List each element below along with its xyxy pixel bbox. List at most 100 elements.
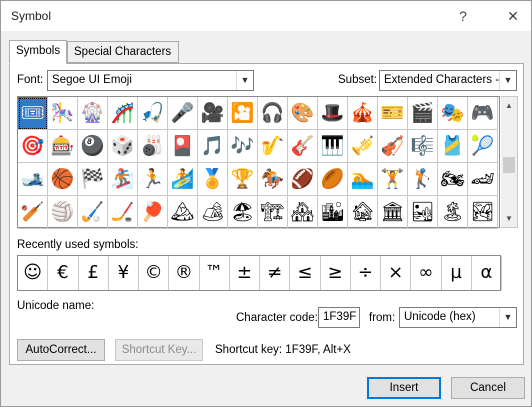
symbol-cell[interactable]: 🏋 [378, 163, 408, 196]
symbol-cell[interactable]: 🏓 [138, 196, 168, 229]
recent-symbol-cell[interactable]: ® [169, 256, 200, 290]
recent-symbol-cell[interactable]: ☺ [18, 256, 49, 290]
symbol-cell[interactable]: 🏉 [318, 163, 348, 196]
symbol-cell[interactable]: 🏇 [258, 163, 288, 196]
symbol-cell[interactable]: 🎢 [108, 97, 138, 130]
symbol-cell[interactable]: 🎩 [318, 97, 348, 130]
recent-symbol-cell[interactable]: × [381, 256, 412, 290]
symbol-cell[interactable]: 🏄 [168, 163, 198, 196]
symbol-cell[interactable]: 🎬 [408, 97, 438, 130]
symbol-cell[interactable]: 🏚 [348, 196, 378, 229]
symbol-cell[interactable]: 🏗 [258, 196, 288, 229]
autocorrect-button[interactable]: AutoCorrect... [17, 339, 105, 361]
symbol-cell[interactable]: 🎠 [48, 97, 78, 130]
recent-symbol-cell[interactable]: µ [442, 256, 472, 290]
scroll-down-icon[interactable]: ▼ [501, 210, 517, 227]
symbol-cell[interactable]: 🏙 [318, 196, 348, 229]
symbol-cell[interactable]: 🎻 [378, 130, 408, 163]
recent-symbol-cell[interactable]: ± [230, 256, 260, 290]
recent-symbol-cell[interactable]: ™ [200, 256, 230, 290]
symbol-cell[interactable]: 🏜 [408, 196, 438, 229]
symbol-cell[interactable]: 🎺 [348, 130, 378, 163]
symbol-cell[interactable]: 🏕 [198, 196, 228, 229]
recent-symbol-cell[interactable]: ≤ [290, 256, 321, 290]
symbol-cell[interactable]: 🎰 [48, 130, 78, 163]
cancel-button[interactable]: Cancel [451, 377, 525, 399]
symbol-cell[interactable]: 🏒 [108, 196, 138, 229]
symbol-cell[interactable]: 🎾 [468, 130, 498, 163]
recent-symbol-cell[interactable]: £ [79, 256, 109, 290]
scroll-thumb[interactable] [503, 157, 515, 173]
symbol-cell[interactable]: 🎡 [78, 97, 108, 130]
recent-symbol-cell[interactable]: ÷ [351, 256, 381, 290]
symbol-cell[interactable]: 🎮 [468, 97, 498, 130]
symbol-cell[interactable]: 🎽 [438, 130, 468, 163]
recent-symbol-cell[interactable]: α [472, 256, 502, 290]
symbol-cell[interactable]: 🎯 [18, 130, 48, 163]
symbol-cell[interactable]: 🏍 [438, 163, 468, 196]
subset-select[interactable]: Extended Characters - ▼ [379, 70, 517, 91]
symbol-cell[interactable]: 🎫 [378, 97, 408, 130]
font-select[interactable]: Segoe UI Emoji ▼ [47, 70, 254, 91]
symbol-cell[interactable]: 🎭 [438, 97, 468, 130]
from-select-value: Unicode (hex) [404, 311, 476, 323]
symbol-cell[interactable]: 🎦 [228, 97, 258, 130]
symbol-cell[interactable]: 🏎 [468, 163, 498, 196]
symbol-cell[interactable]: 🎱 [78, 130, 108, 163]
scroll-up-icon[interactable]: ▲ [501, 97, 517, 114]
symbol-cell[interactable]: 🏃 [138, 163, 168, 196]
symbol-cell[interactable]: 🎿 [18, 163, 48, 196]
symbol-cell[interactable]: 🏆 [228, 163, 258, 196]
symbol-cell[interactable]: 🏏 [18, 196, 48, 229]
symbol-cell[interactable]: 🏑 [78, 196, 108, 229]
symbol-cell[interactable]: 🏐 [48, 196, 78, 229]
symbol-cell[interactable]: 🏈 [288, 163, 318, 196]
symbol-cell[interactable]: 🎸 [288, 130, 318, 163]
recent-symbol-cell[interactable]: © [139, 256, 170, 290]
symbol-cell[interactable]: 🏀 [48, 163, 78, 196]
symbol-cell[interactable]: 🎹 [318, 130, 348, 163]
symbol-cell[interactable]: 🏅 [198, 163, 228, 196]
recent-symbol-cell[interactable]: ¥ [109, 256, 139, 290]
symbol-cell[interactable]: 🎨 [288, 97, 318, 130]
window-title: Symbol [11, 9, 52, 23]
symbol-cell[interactable]: 🎵 [198, 130, 228, 163]
symbol-cell[interactable]: 🏁 [78, 163, 108, 196]
recent-symbol-cell[interactable]: € [48, 256, 79, 290]
from-select[interactable]: Unicode (hex) ▼ [399, 307, 517, 328]
symbol-cell[interactable]: 🎳 [138, 130, 168, 163]
symbol-cell[interactable]: 🏌 [408, 163, 438, 196]
symbol-cell[interactable]: 🏞 [468, 196, 498, 229]
symbol-cell[interactable]: 🎥 [198, 97, 228, 130]
recent-symbol-cell[interactable]: ≠ [260, 256, 291, 290]
symbol-cell[interactable]: 🏘 [288, 196, 318, 229]
help-button[interactable]: ? [451, 5, 475, 27]
symbol-cell[interactable]: 🎧 [258, 97, 288, 130]
recent-symbol-cell[interactable]: ≥ [321, 256, 351, 290]
symbol-cell[interactable]: 🏔 [168, 196, 198, 229]
symbol-cell[interactable]: 🏖 [228, 196, 258, 229]
symbol-cell[interactable]: 🎪 [348, 97, 378, 130]
shortcut-key-button[interactable]: Shortcut Key... [115, 339, 203, 361]
symbol-cell[interactable]: 🎼 [408, 130, 438, 163]
subset-label: Subset: [338, 74, 377, 86]
symbol-grid: 🎟 🎠 🎡 🎢 🎣 🎤 🎥 🎦 🎧 🎨 🎩 🎪 🎫 🎬 🎭 🎮 🎯 🎰 🎱 🎲 🎳 🎴 🎵 🎶 🎷 🎸 🎹 🎺 🎻 🎼 🎽 🎾 🎿 🏀 🏁 🏂 🏃 🏄 🏅 🏆… [17, 96, 500, 229]
symbol-cell[interactable]: 🎷 [258, 130, 288, 163]
symbol-cell[interactable]: 🎴 [168, 130, 198, 163]
tab-symbols[interactable]: Symbols [9, 40, 67, 64]
character-code-input[interactable]: 1F39F [318, 307, 360, 328]
symbol-cell[interactable]: 🎲 [108, 130, 138, 163]
insert-button[interactable]: Insert [367, 377, 441, 399]
symbol-cell[interactable]: 🎶 [228, 130, 258, 163]
symbol-cell[interactable]: 🎤 [168, 97, 198, 130]
symbol-cell[interactable]: 🏂 [108, 163, 138, 196]
symbol-cell[interactable]: 🎣 [138, 97, 168, 130]
symbol-cell[interactable]: 🏊 [348, 163, 378, 196]
symbol-cell-selected[interactable]: 🎟 [18, 97, 48, 130]
tab-special-characters[interactable]: Special Characters [67, 41, 179, 63]
symbol-grid-scrollbar[interactable]: ▲ ▼ [501, 96, 518, 228]
close-button[interactable]: ✕ [501, 5, 525, 27]
recent-symbol-cell[interactable]: ∞ [411, 256, 442, 290]
symbol-cell[interactable]: 🏛 [378, 196, 408, 229]
symbol-cell[interactable]: 🏝 [438, 196, 468, 229]
